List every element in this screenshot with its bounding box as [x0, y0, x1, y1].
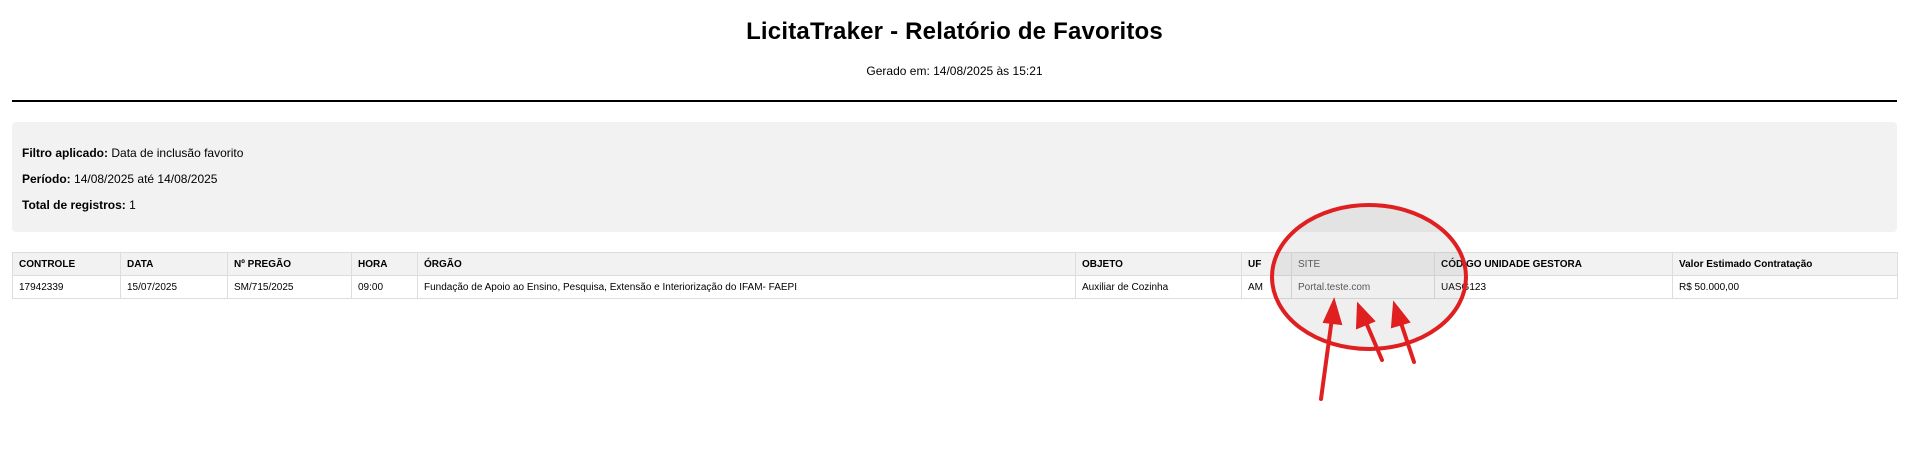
total-records-line: Total de registros: 1 — [22, 198, 136, 212]
cell-valor-estimado: R$ 50.000,00 — [1672, 275, 1898, 299]
cell-objeto: Auxiliar de Cozinha — [1075, 275, 1242, 299]
total-records-value: 1 — [129, 198, 136, 212]
header-pregao: Nº PREGÃO — [227, 252, 352, 276]
report-title: LicitaTraker - Relatório de Favoritos — [746, 18, 1163, 45]
cell-hora: 09:00 — [351, 275, 418, 299]
arrow-icon — [1398, 318, 1416, 364]
cell-uf: AM — [1241, 275, 1292, 299]
cell-controle: 17942339 — [12, 275, 121, 299]
filter-applied-line: Filtro aplicado: Data de inclusão favori… — [22, 146, 243, 160]
cell-orgao: Fundação de Apoio ao Ensino, Pesquisa, E… — [417, 275, 1076, 299]
header-orgao: ÓRGÃO — [417, 252, 1076, 276]
arrowhead-icon — [1355, 301, 1376, 330]
header-data: DATA — [120, 252, 228, 276]
period-line: Período: 14/08/2025 até 14/08/2025 — [22, 172, 217, 186]
generated-timestamp: Gerado em: 14/08/2025 às 15:21 — [866, 64, 1043, 78]
header-site: SITE — [1291, 252, 1435, 276]
table-row: 17942339 15/07/2025 SM/715/2025 09:00 Fu… — [12, 275, 1898, 299]
header-objeto: OBJETO — [1075, 252, 1242, 276]
table-header-row: CONTROLE DATA Nº PREGÃO HORA ÓRGÃO OBJET… — [12, 252, 1898, 276]
cell-codigo-unidade-gestora: UASG123 — [1434, 275, 1673, 299]
arrow-icon — [1363, 318, 1384, 362]
total-records-label: Total de registros: — [22, 198, 126, 212]
period-value: 14/08/2025 até 14/08/2025 — [74, 172, 218, 186]
arrow-icon — [1319, 316, 1334, 401]
pointer-arrows — [1319, 297, 1416, 401]
cell-site: Portal.teste.com — [1291, 275, 1435, 299]
header-valor-estimado: Valor Estimado Contratação — [1672, 252, 1898, 276]
header-divider — [12, 100, 1897, 102]
cell-data: 15/07/2025 — [120, 275, 228, 299]
header-controle: CONTROLE — [12, 252, 121, 276]
filter-applied-label: Filtro aplicado: — [22, 146, 109, 160]
favorites-table: CONTROLE DATA Nº PREGÃO HORA ÓRGÃO OBJET… — [12, 252, 1898, 299]
filter-summary-panel: Filtro aplicado: Data de inclusão favori… — [12, 122, 1897, 232]
period-label: Período: — [22, 172, 71, 186]
arrowhead-icon — [1322, 297, 1343, 326]
arrowhead-icon — [1390, 300, 1411, 329]
header-uf: UF — [1241, 252, 1292, 276]
header-codigo-unidade-gestora: CÓDIGO UNIDADE GESTORA — [1434, 252, 1673, 276]
filter-applied-value: Data de inclusão favorito — [111, 146, 244, 160]
header-hora: HORA — [351, 252, 418, 276]
cell-pregao: SM/715/2025 — [227, 275, 352, 299]
